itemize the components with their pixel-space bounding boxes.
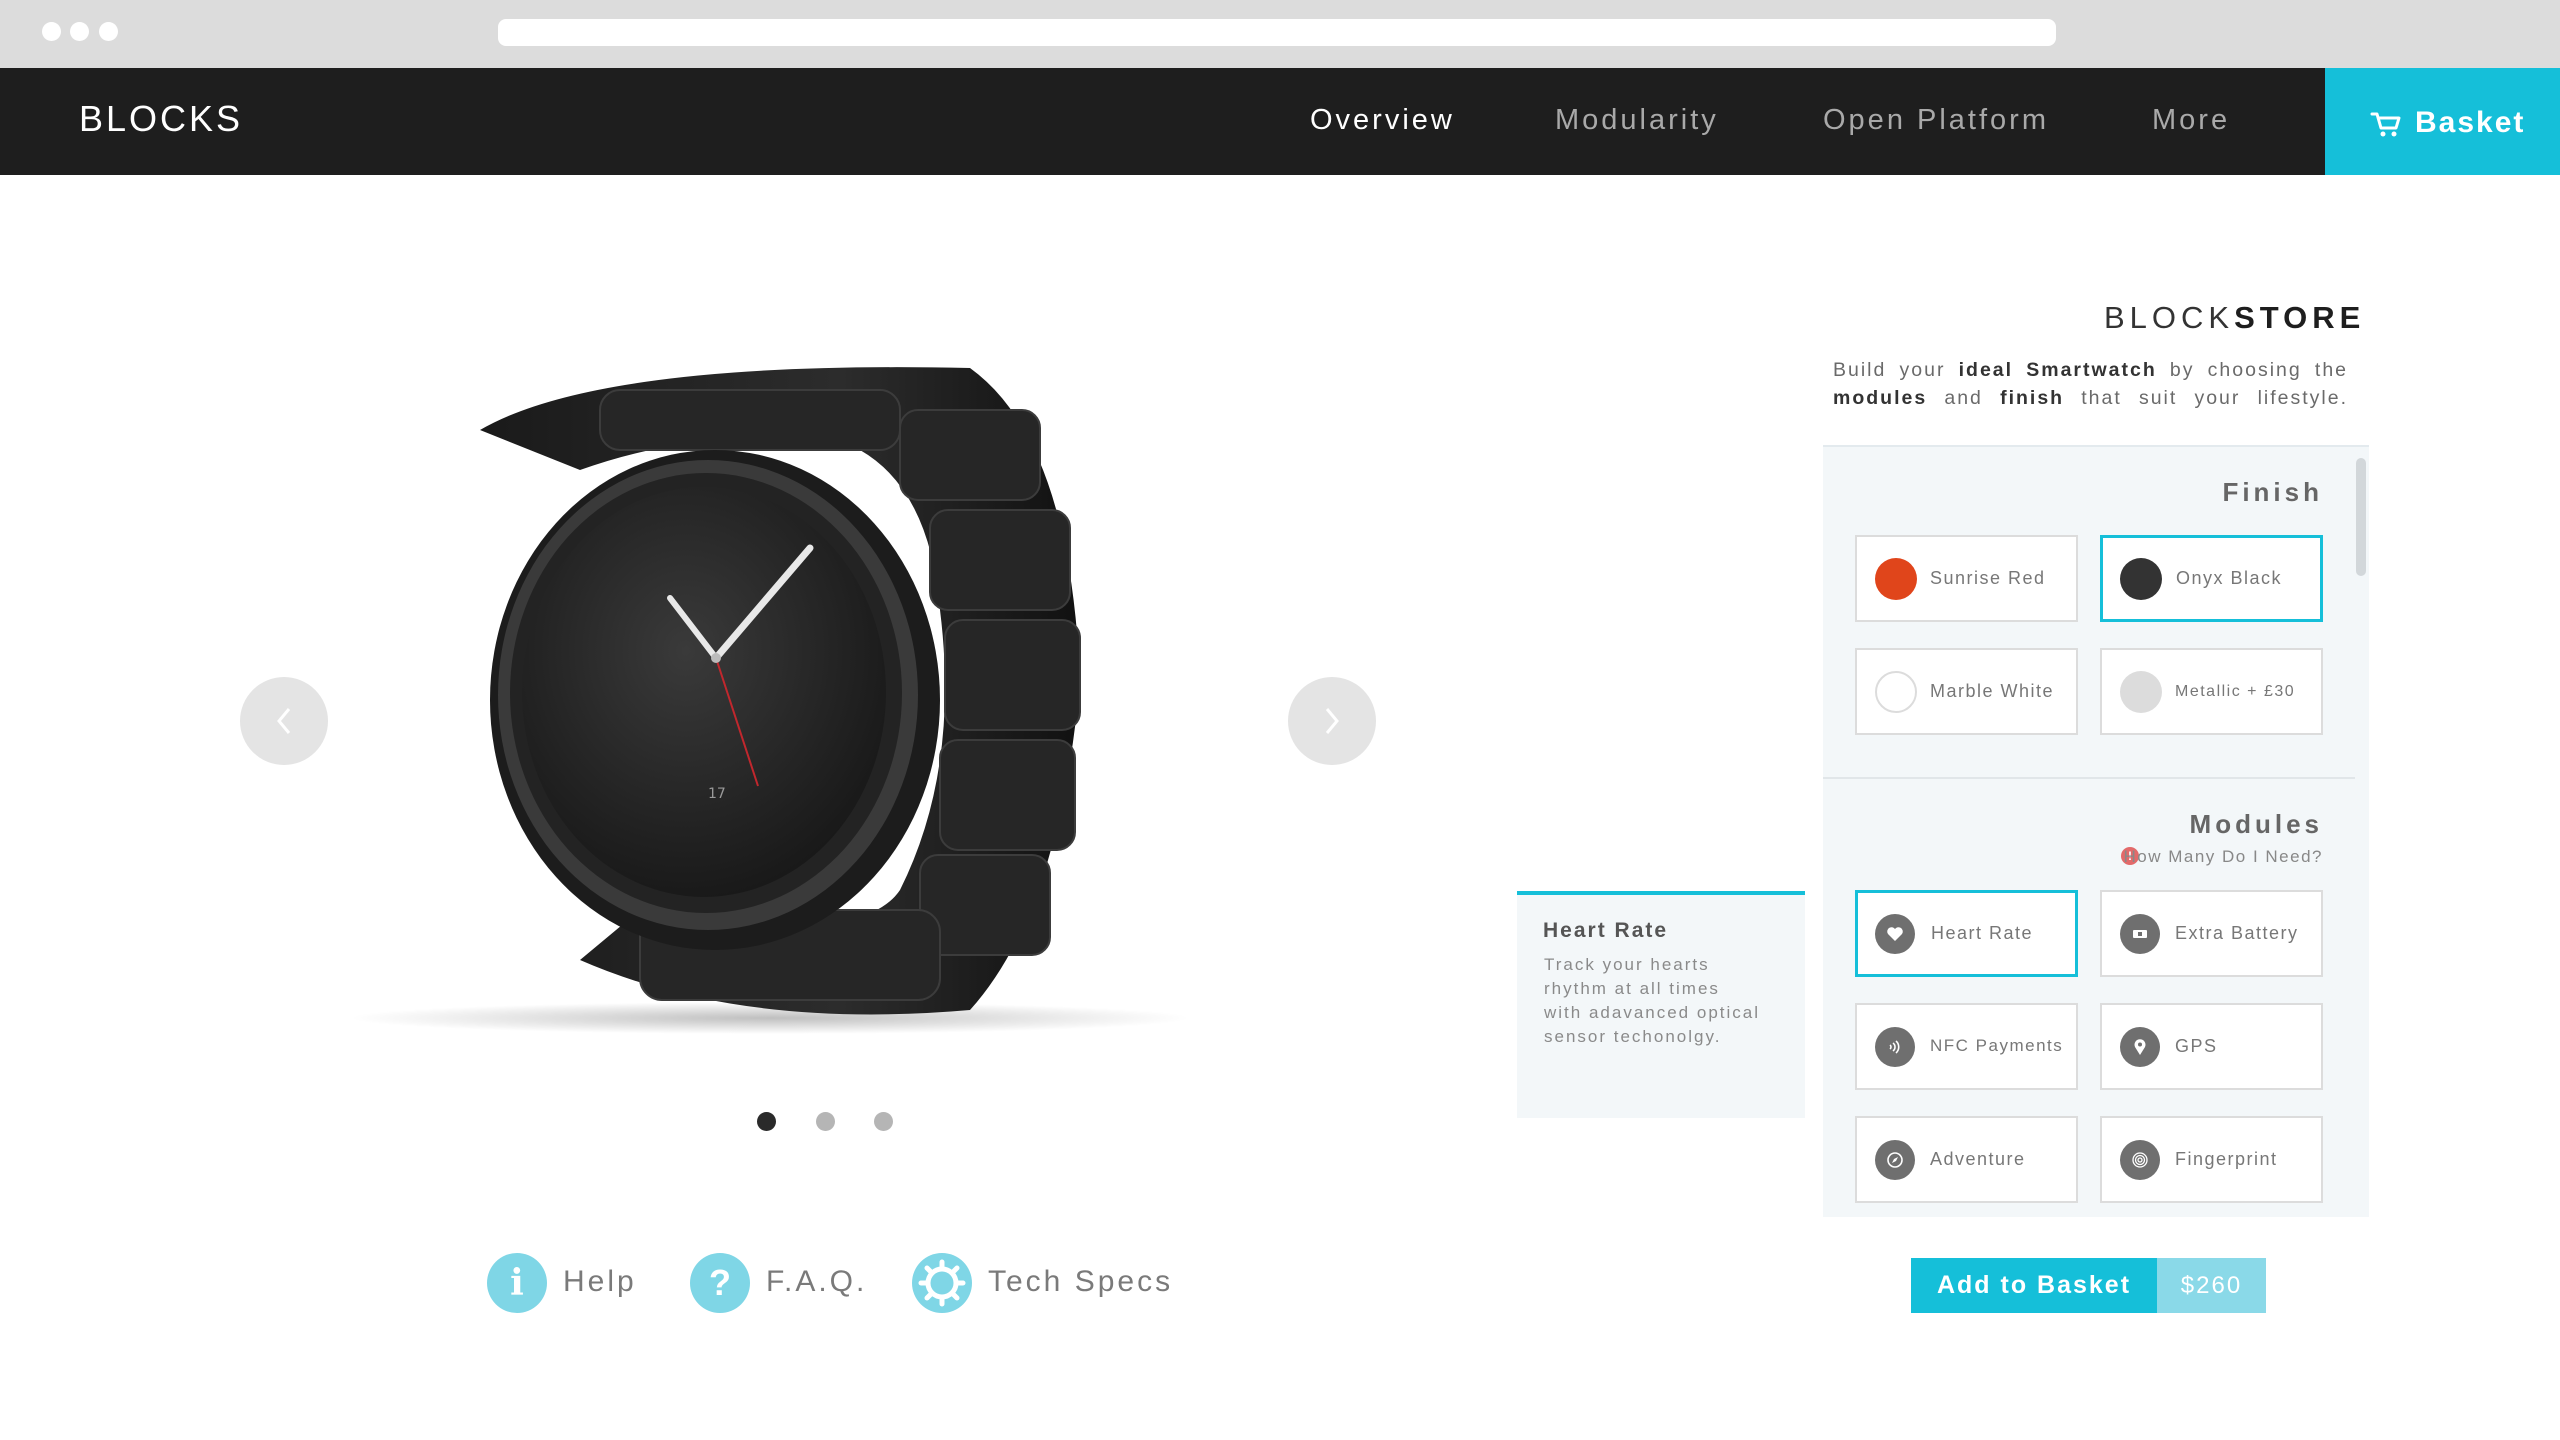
cart-icon: [2370, 112, 2401, 137]
fingerprint-icon: [2120, 1140, 2160, 1180]
gallery-prev-button[interactable]: [240, 677, 328, 765]
finish-title: Finish: [2222, 477, 2323, 507]
module-label: Heart Rate: [1931, 923, 2034, 943]
browser-chrome: [0, 0, 2560, 68]
gallery-dot-1[interactable]: [757, 1112, 776, 1131]
desc-part: and: [1927, 387, 2001, 409]
chevron-right-icon: [1325, 708, 1339, 734]
module-label: GPS: [2175, 1036, 2218, 1056]
module-label: Fingerprint: [2175, 1149, 2278, 1169]
price-label: $260: [2157, 1258, 2266, 1313]
modules-title: Modules: [2189, 809, 2323, 839]
chevron-left-icon: [277, 708, 291, 734]
gallery-dot-3[interactable]: [874, 1112, 893, 1131]
question-icon: ?: [690, 1253, 750, 1313]
panel-scrollbar[interactable]: [2356, 458, 2366, 576]
finish-option-metallic[interactable]: Metallic + £30: [2100, 648, 2323, 735]
store-title-bold: STORE: [2234, 300, 2366, 335]
battery-icon: [2120, 914, 2160, 954]
finish-label: Onyx Black: [2176, 568, 2283, 588]
basket-label: Basket: [2415, 106, 2526, 139]
top-navbar: BLOCKS Overview Modularity Open Platform…: [0, 68, 2560, 175]
desc-emphasis: finish: [2000, 387, 2065, 409]
nav-link-more[interactable]: More: [2152, 104, 2230, 137]
module-option-gps[interactable]: GPS: [2100, 1003, 2323, 1090]
section-divider: [1823, 777, 2355, 779]
gallery-dot-2[interactable]: [816, 1112, 835, 1131]
module-label: NFC Payments: [1930, 1036, 2064, 1055]
module-option-nfc-payments[interactable]: NFC Payments: [1855, 1003, 2078, 1090]
configurator-panel[interactable]: Finish Sunrise Red Onyx Black Marble Whi…: [1823, 445, 2369, 1217]
store-description: Build your ideal Smartwatch by choosing …: [1833, 356, 2348, 412]
nav-link-open-platform[interactable]: Open Platform: [1823, 104, 2049, 137]
nav-link-modularity[interactable]: Modularity: [1555, 104, 1719, 137]
finish-option-onyx-black[interactable]: Onyx Black: [2100, 535, 2323, 622]
color-swatch: [1875, 671, 1917, 713]
finish-option-marble-white[interactable]: Marble White: [1855, 648, 2078, 735]
module-label: Extra Battery: [2175, 923, 2299, 943]
color-swatch: [2120, 558, 2162, 600]
finish-option-sunrise-red[interactable]: Sunrise Red: [1855, 535, 2078, 622]
desc-emphasis: modules: [1833, 387, 1928, 409]
help-label: Help: [563, 1265, 637, 1298]
add-to-basket-button[interactable]: Add to Basket: [1911, 1258, 2157, 1313]
tech-specs-label: Tech Specs: [988, 1265, 1174, 1298]
location-pin-icon: [2120, 1027, 2160, 1067]
window-dot-close[interactable]: [42, 22, 61, 41]
tooltip-title: Heart Rate: [1543, 919, 1669, 942]
site-logo[interactable]: BLOCKS: [79, 98, 243, 140]
compass-icon: [1875, 1140, 1915, 1180]
module-tooltip: Heart Rate Track your hearts rhythm at a…: [1517, 891, 1805, 1118]
nav-link-overview[interactable]: Overview: [1310, 104, 1455, 137]
module-label: Adventure: [1930, 1149, 2026, 1169]
nfc-icon: [1875, 1027, 1915, 1067]
info-icon: i: [487, 1253, 547, 1313]
desc-part: by choosing the: [2156, 359, 2349, 381]
finish-label: Marble White: [1930, 681, 2055, 701]
finish-label: Metallic + £30: [2175, 683, 2296, 700]
heart-icon: [1875, 914, 1915, 954]
faq-label: F.A.Q.: [766, 1265, 868, 1298]
module-option-fingerprint[interactable]: Fingerprint: [2100, 1116, 2323, 1203]
add-to-basket-group: Add to Basket $260: [1911, 1258, 2266, 1313]
blockstore-title: BLOCKSTORE: [2104, 300, 2365, 336]
smartwatch-product-image: 17: [350, 367, 1190, 1034]
module-option-adventure[interactable]: Adventure: [1855, 1116, 2078, 1203]
module-option-extra-battery[interactable]: Extra Battery: [2100, 890, 2323, 977]
desc-part: Build your: [1833, 359, 1959, 381]
basket-button[interactable]: Basket: [2325, 68, 2560, 175]
window-dot-maximize[interactable]: [99, 22, 118, 41]
how-many-link[interactable]: How Many Do I Need?: [2123, 847, 2323, 867]
desc-part: that suit your lifestyle.: [2064, 387, 2349, 409]
window-dot-minimize[interactable]: [70, 22, 89, 41]
watch-dial-date: 17: [708, 786, 726, 802]
desc-emphasis: ideal Smartwatch: [1958, 359, 2157, 381]
gear-icon: [912, 1253, 972, 1313]
gallery-next-button[interactable]: [1288, 677, 1376, 765]
color-swatch: [2120, 671, 2162, 713]
module-option-heart-rate[interactable]: Heart Rate: [1855, 890, 2078, 977]
address-bar[interactable]: [498, 19, 2056, 46]
color-swatch: [1875, 558, 1917, 600]
store-title-light: BLOCK: [2104, 300, 2235, 335]
tooltip-body: Track your hearts rhythm at all times wi…: [1544, 955, 1761, 1046]
finish-label: Sunrise Red: [1930, 568, 2046, 588]
